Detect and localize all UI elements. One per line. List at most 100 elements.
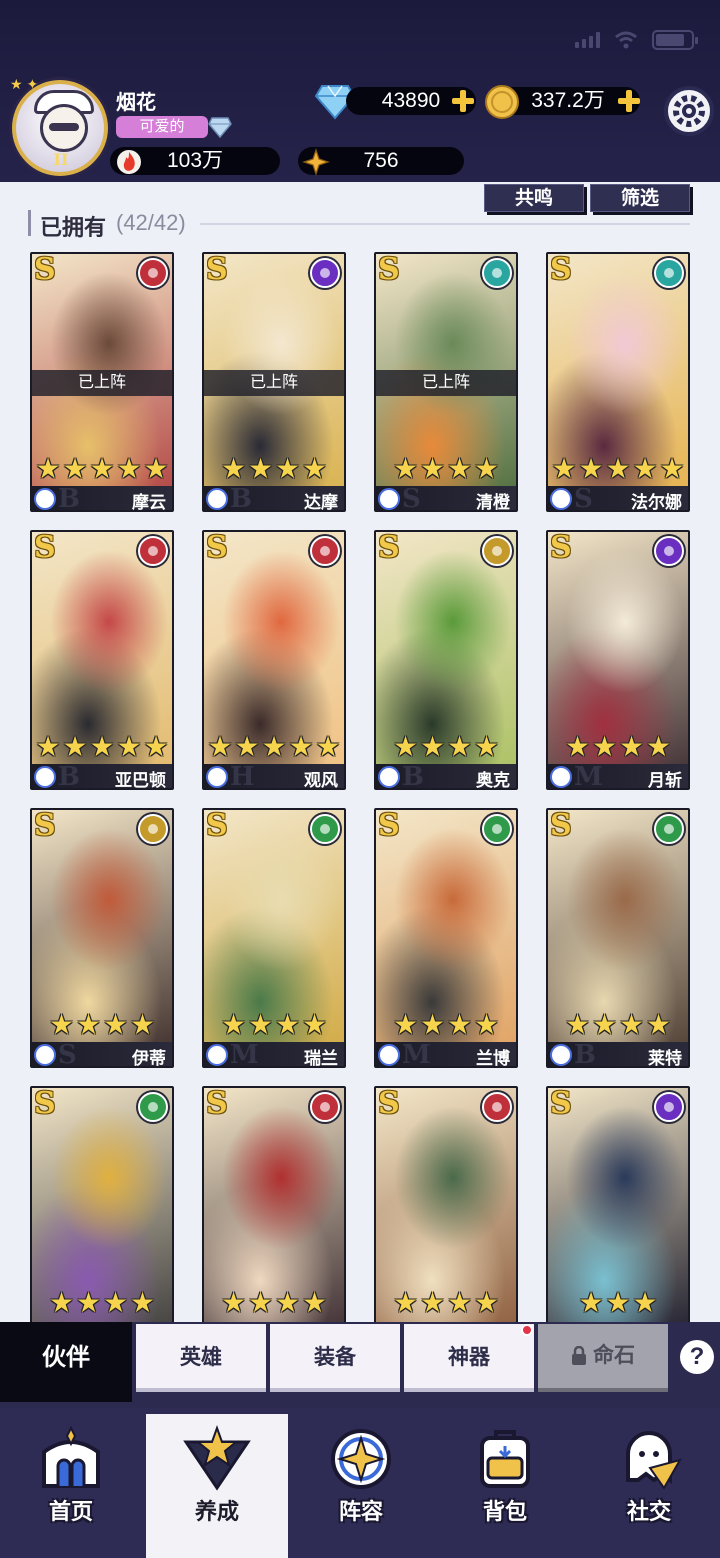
hero-card[interactable]: S ★ ★ ★ ★ M 兰博 <box>374 808 518 1068</box>
star-icon: ★ <box>207 731 233 762</box>
class-letter: B <box>230 484 252 512</box>
rank-letter: S <box>206 530 228 565</box>
faction-emblem-icon <box>654 1092 684 1122</box>
hero-name: 清橙 <box>476 493 510 512</box>
help-button[interactable]: ? <box>680 1340 714 1374</box>
star-rating: ★ ★ ★ ★ ★ <box>32 731 172 762</box>
star-icon: ★ <box>89 453 115 484</box>
hero-name: 莱特 <box>648 1049 682 1068</box>
hero-card[interactable]: S ★ ★ ★ ★ M 瑞兰 <box>202 808 346 1068</box>
hero-card[interactable]: S ★ ★ ★ ★ <box>30 1086 174 1346</box>
star-icon: ★ <box>274 1009 301 1040</box>
tab-heroes[interactable]: 英雄 <box>136 1324 266 1392</box>
star-icon: ★ <box>473 453 500 484</box>
star-icon: ★ <box>392 453 419 484</box>
class-icon <box>34 766 56 788</box>
nav-lineup[interactable]: 阵容 <box>290 1414 432 1558</box>
hero-card[interactable]: S 已上阵 ★ ★ ★ ★ S 清橙 <box>374 252 518 512</box>
tab-artifacts[interactable]: 神器 <box>404 1324 534 1392</box>
star-icon: ★ <box>632 453 658 484</box>
deployed-label: 已上阵 <box>204 370 344 396</box>
star-icon: ★ <box>143 453 169 484</box>
hero-card[interactable]: S ★ ★ ★ ★ M 月斩 <box>546 530 690 790</box>
hero-name: 兰博 <box>476 1049 510 1068</box>
hero-card[interactable]: S 已上阵 ★ ★ ★ ★ ★ B 摩云 <box>30 252 174 512</box>
star-icon: ★ <box>247 453 274 484</box>
star-icon: ★ <box>446 1009 473 1040</box>
rank-letter: S <box>34 252 56 287</box>
class-icon <box>550 488 572 510</box>
star-icon: ★ <box>605 1287 631 1318</box>
backpack-icon <box>480 1430 530 1488</box>
hero-card[interactable]: S ★ ★ ★ ★ <box>374 1086 518 1346</box>
star-icon: ★ <box>62 453 88 484</box>
star-rating: ★ ★ ★ ★ ★ <box>548 453 688 484</box>
hero-name-bar: B 达摩 <box>204 484 344 512</box>
star-icon: ★ <box>419 1009 446 1040</box>
rank-letter: S <box>34 1086 56 1121</box>
star-icon: ★ <box>419 1287 446 1318</box>
star-rating: ★ ★ ★ ★ ★ <box>204 731 344 762</box>
star-icon: ★ <box>89 731 115 762</box>
hero-card[interactable]: S ★ ★ ★ ★ ★ H 观风 <box>202 530 346 790</box>
tab-partner[interactable]: 伙伴 <box>0 1322 132 1402</box>
star-rating: ★ ★ ★ ★ <box>204 1289 344 1318</box>
tab-equipment[interactable]: 装备 <box>270 1324 400 1392</box>
hero-card[interactable]: S ★ ★ ★ ★ B 莱特 <box>546 808 690 1068</box>
hero-name: 伊蒂 <box>132 1049 166 1068</box>
star-icon: ★ <box>75 1287 102 1318</box>
hero-card[interactable]: S 已上阵 ★ ★ ★ ★ B 达摩 <box>202 252 346 512</box>
faction-emblem-icon <box>310 1092 340 1122</box>
star-icon: ★ <box>446 453 473 484</box>
hero-name-bar: M 兰博 <box>376 1040 516 1068</box>
class-letter: M <box>574 762 603 790</box>
tab-fate-stone[interactable]: 命石 <box>538 1324 668 1392</box>
class-icon <box>378 488 400 510</box>
star-rating: ★ ★ ★ ★ ★ <box>32 453 172 484</box>
nav-train[interactable]: 养成 <box>146 1414 288 1558</box>
nav-home[interactable]: 首页 <box>0 1414 142 1558</box>
star-icon: ★ <box>220 453 247 484</box>
star-icon: ★ <box>75 1009 102 1040</box>
star-icon: ★ <box>62 731 88 762</box>
hero-card[interactable]: S ★ ★ ★ ★ ★ B 亚巴顿 <box>30 530 174 790</box>
star-icon: ★ <box>591 1009 618 1040</box>
hero-name: 奥克 <box>476 771 510 790</box>
star-icon: ★ <box>234 731 260 762</box>
class-letter: B <box>58 762 80 790</box>
faction-emblem-icon <box>482 258 512 288</box>
star-icon: ★ <box>473 1009 500 1040</box>
star-rating: ★ ★ ★ <box>548 1287 688 1318</box>
class-letter: S <box>58 1040 77 1068</box>
nav-home-label: 首页 <box>48 1499 93 1524</box>
hero-card[interactable]: S ★ ★ ★ ★ B 奥克 <box>374 530 518 790</box>
hero-card[interactable]: S ★ ★ ★ ★ <box>202 1086 346 1346</box>
nav-backpack-label: 背包 <box>482 1499 527 1524</box>
star-rating: ★ ★ ★ ★ <box>32 1009 172 1040</box>
star-icon: ★ <box>473 1287 500 1318</box>
class-letter: M <box>230 1040 259 1068</box>
class-letter: S <box>574 484 593 512</box>
class-icon <box>378 1044 400 1066</box>
star-icon: ★ <box>35 453 61 484</box>
rank-letter: S <box>378 808 400 843</box>
star-icon: ★ <box>578 453 604 484</box>
hero-card[interactable]: S ★ ★ ★ <box>546 1086 690 1346</box>
star-icon: ★ <box>392 1287 419 1318</box>
rank-letter: S <box>34 808 56 843</box>
faction-emblem-icon <box>482 814 512 844</box>
hero-card[interactable]: S ★ ★ ★ ★ S 伊蒂 <box>30 808 174 1068</box>
hero-card[interactable]: S ★ ★ ★ ★ ★ S 法尔娜 <box>546 252 690 512</box>
star-icon: ★ <box>618 1009 645 1040</box>
hero-name: 达摩 <box>304 493 338 512</box>
nav-backpack[interactable]: 背包 <box>434 1414 576 1558</box>
star-icon: ★ <box>116 453 142 484</box>
nav-train-label: 养成 <box>194 1499 239 1524</box>
hero-name-bar: S 清橙 <box>376 484 516 512</box>
star-icon: ★ <box>419 731 446 762</box>
star-icon: ★ <box>632 1287 658 1318</box>
ghost-paper-plane-icon <box>626 1431 683 1490</box>
star-icon: ★ <box>301 453 328 484</box>
star-icon: ★ <box>591 731 618 762</box>
nav-social[interactable]: 社交 <box>578 1414 720 1558</box>
